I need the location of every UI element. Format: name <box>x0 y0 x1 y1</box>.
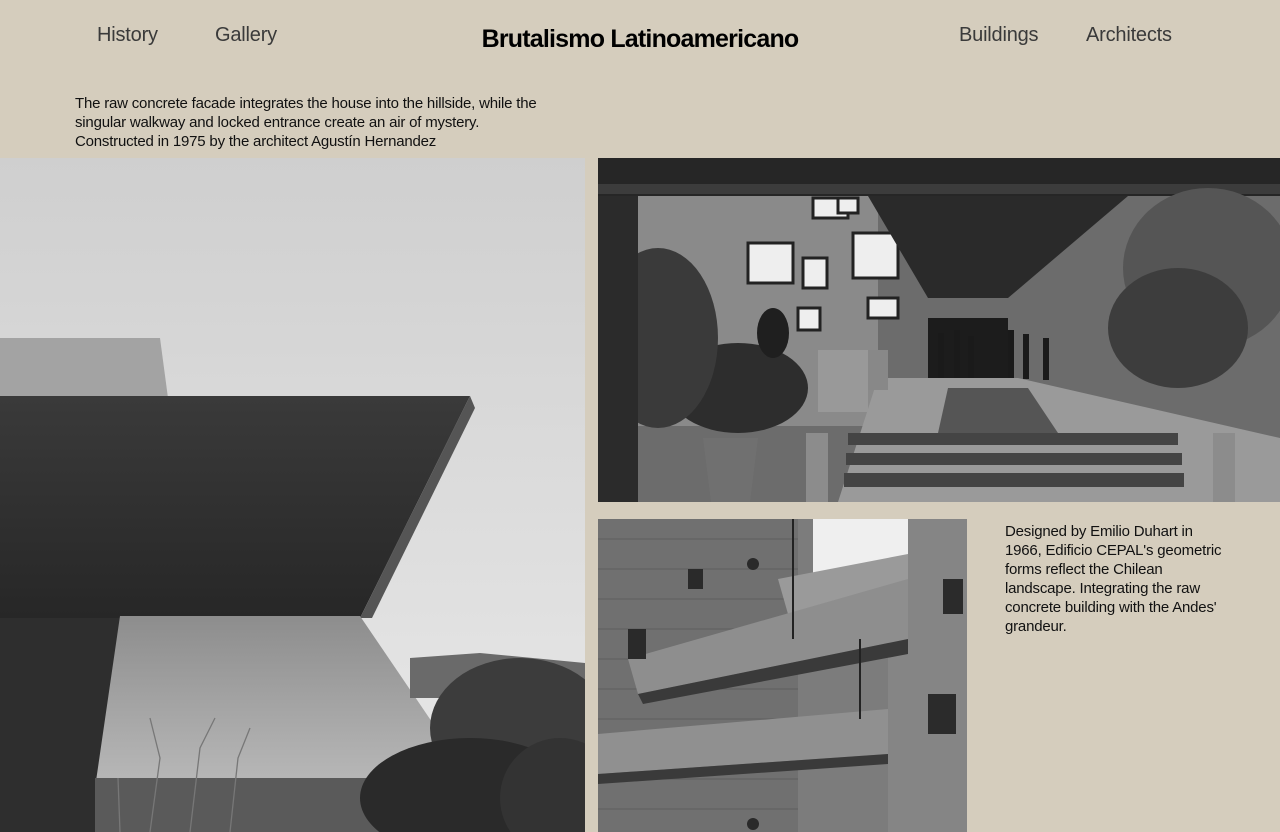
cepal-beams-photo <box>598 519 967 832</box>
house-caption: The raw concrete facade integrates the h… <box>75 95 537 150</box>
hillside-house-photo <box>0 158 585 832</box>
cepal-caption: Designed by Emilio Duhart in 1966, Edifi… <box>1005 523 1222 635</box>
nav-buildings-link[interactable]: Buildings <box>959 24 1039 47</box>
cepal-courtyard-photo <box>598 158 1280 502</box>
nav-architects-link[interactable]: Architects <box>1086 24 1172 47</box>
